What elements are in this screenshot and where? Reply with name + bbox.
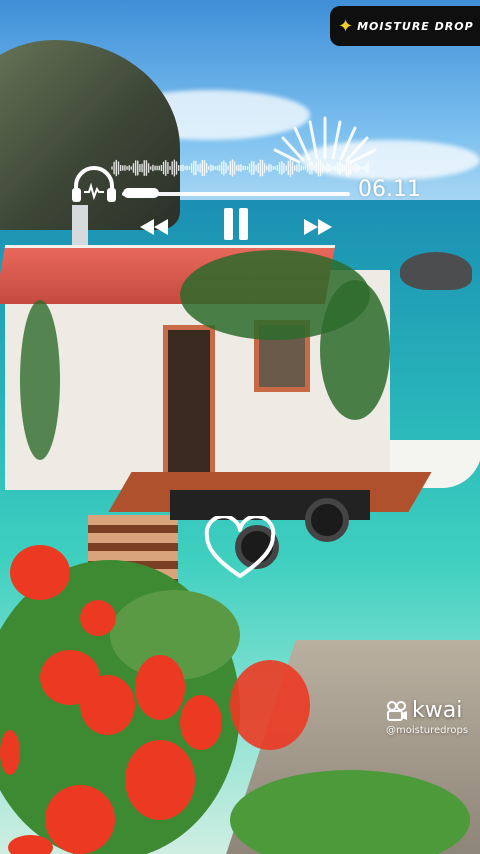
elapsed-time: 06.11	[358, 177, 421, 202]
music-player-overlay: 06.11	[70, 110, 430, 250]
kwai-handle: @moisturedrops	[386, 725, 469, 736]
red-flower	[8, 835, 53, 854]
pause-icon	[224, 208, 248, 240]
kwai-camera-icon	[387, 700, 407, 721]
fast-forward-button[interactable]	[300, 214, 336, 240]
red-flower	[125, 740, 195, 820]
heart-outline-icon[interactable]	[203, 516, 277, 582]
red-flower	[80, 675, 135, 735]
progress-handle[interactable]	[123, 188, 160, 198]
red-flower	[135, 655, 185, 720]
kwai-brand-text: kwai	[412, 698, 463, 723]
rewind-icon	[140, 219, 168, 235]
red-flower	[180, 695, 222, 750]
kwai-watermark: kwai @moisturedrops	[386, 698, 468, 736]
red-flower	[45, 785, 115, 854]
vine	[20, 300, 60, 460]
pause-button[interactable]	[220, 208, 252, 240]
fast-forward-icon	[304, 219, 332, 235]
vine	[320, 280, 390, 420]
sea-rock	[400, 252, 472, 290]
audio-waveform	[111, 159, 369, 177]
red-flower	[10, 545, 70, 600]
kwai-logo: kwai	[386, 698, 468, 723]
house-door	[163, 325, 215, 477]
red-flower	[80, 600, 116, 636]
red-flower	[0, 730, 20, 775]
sparkle-star-icon: ✦	[338, 15, 354, 37]
channel-badge: ✦ MOISTURE DROP	[330, 6, 480, 46]
sound-rays-icon	[273, 116, 377, 164]
channel-name: MOISTURE DROP	[357, 19, 474, 33]
trailer-wheel	[305, 498, 349, 542]
red-flower	[230, 660, 310, 750]
rewind-button[interactable]	[136, 214, 172, 240]
